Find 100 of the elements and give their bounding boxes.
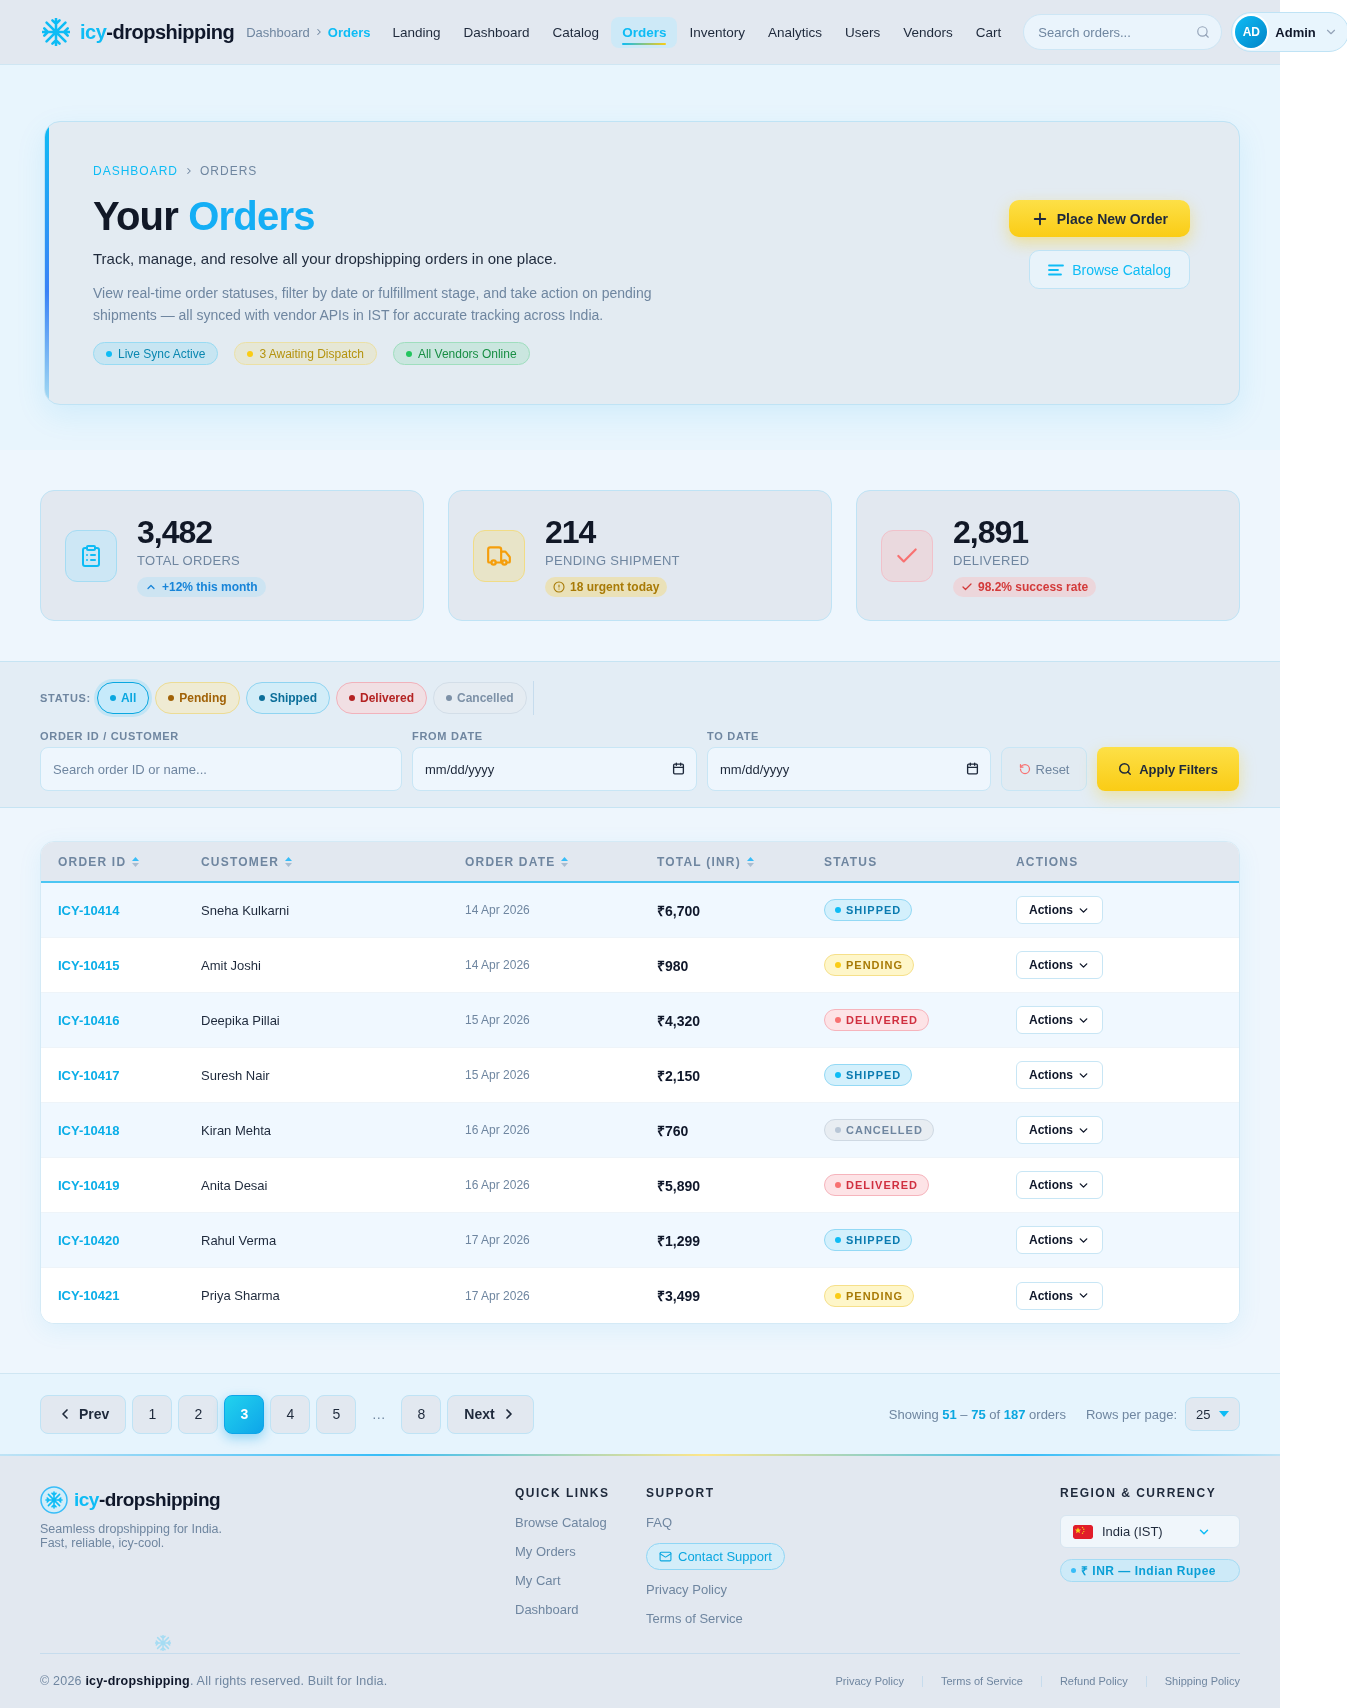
country-select[interactable]: India (IST)	[1060, 1515, 1240, 1548]
date-field[interactable]: mm/dd/yyyy	[412, 747, 697, 791]
stat-value: 214	[545, 514, 597, 549]
page-button[interactable]: 5	[316, 1394, 357, 1434]
footer-link[interactable]: Dashboard	[515, 1601, 579, 1619]
sort-icon	[132, 856, 140, 867]
customer-name: Deepika Pillai	[201, 1012, 280, 1028]
next-button[interactable]: Next	[447, 1394, 534, 1434]
nav-tab[interactable]: Dashboard	[452, 16, 541, 48]
column-header[interactable]: CUSTOMER	[201, 854, 293, 869]
page-button[interactable]: 1	[132, 1394, 173, 1434]
nav-tab[interactable]: Analytics	[756, 16, 833, 48]
actions-button[interactable]: Actions	[1016, 1281, 1103, 1310]
contact-support-button[interactable]: Contact Support	[646, 1543, 785, 1570]
actions-button[interactable]: Actions	[1016, 1061, 1103, 1089]
actions-button[interactable]: Actions	[1016, 1006, 1103, 1034]
order-id-link[interactable]: ICY-10417	[58, 1067, 120, 1083]
place-order-button[interactable]: Place New Order	[1008, 200, 1190, 237]
nav-tab[interactable]: Landing	[381, 16, 452, 48]
status-text: PENDING	[846, 959, 904, 971]
copyright-text: © 2026 icy-dropshipping. All rights reserved. Built for India.	[40, 1674, 388, 1688]
footer-link[interactable]: My Orders	[515, 1543, 576, 1561]
badge-label: 3 Awaiting Dispatch	[259, 346, 364, 361]
prev-button[interactable]: Prev	[40, 1394, 127, 1434]
dot-icon	[835, 1072, 841, 1078]
footer-link[interactable]: Privacy Policy	[646, 1581, 727, 1599]
page-button[interactable]: 8	[401, 1394, 442, 1434]
actions-button[interactable]: Actions	[1016, 1116, 1103, 1144]
order-date: 17 Apr 2026	[465, 1288, 530, 1303]
rows-per-page-select[interactable]: 25	[1185, 1397, 1240, 1431]
actions-button[interactable]: Actions	[1016, 1171, 1103, 1199]
order-id-link[interactable]: ICY-10421	[58, 1288, 120, 1303]
legal-link[interactable]: Refund Policy	[1059, 1675, 1128, 1687]
legal-link[interactable]: Shipping Policy	[1164, 1675, 1240, 1687]
footer-link[interactable]: Browse Catalog	[515, 1514, 607, 1532]
footer-link[interactable]: Terms of Service	[646, 1610, 743, 1628]
reset-button[interactable]: Reset	[1001, 747, 1087, 791]
order-id-link[interactable]: ICY-10420	[58, 1232, 120, 1248]
actions-button[interactable]: Actions	[1016, 951, 1103, 979]
brand-name[interactable]: icy-dropshipping	[80, 20, 235, 44]
column-header: ACTIONS	[1016, 854, 1079, 869]
page-button[interactable]: 2	[178, 1394, 219, 1434]
brand-name[interactable]: icy-dropshipping	[74, 1489, 221, 1511]
nav-tab[interactable]: Users	[834, 16, 892, 48]
dot-icon	[446, 695, 452, 701]
order-date: 15 Apr 2026	[465, 1013, 530, 1027]
nav-tab[interactable]: Cart	[964, 16, 1013, 48]
column-header[interactable]: ORDER DATE	[465, 854, 569, 869]
page-ellipsis: …	[370, 1406, 387, 1422]
status-text: SHIPPED	[846, 1234, 902, 1246]
page-button[interactable]: 3	[224, 1394, 265, 1434]
field-label: TO DATE	[707, 730, 761, 743]
order-id-link[interactable]: ICY-10419	[58, 1177, 120, 1193]
search-field[interactable]: Search orders...	[1023, 14, 1223, 50]
order-total: ₹760	[657, 1121, 689, 1140]
order-id-link[interactable]: ICY-10418	[58, 1122, 120, 1138]
customer-name: Anita Desai	[201, 1177, 268, 1193]
status-filter-chip[interactable]: Delivered	[335, 682, 427, 714]
nav-tab[interactable]: Catalog	[541, 16, 611, 48]
order-id-link[interactable]: ICY-10415	[58, 957, 120, 973]
actions-button[interactable]: Actions	[1016, 896, 1103, 924]
apply-filters-button[interactable]: Apply Filters	[1097, 747, 1239, 791]
dot-icon	[835, 962, 841, 968]
footer-link[interactable]: My Cart	[515, 1572, 561, 1590]
sort-icon	[561, 856, 569, 867]
legal-link[interactable]: Terms of Service	[941, 1675, 1023, 1687]
trend-label: 98.2% success rate	[978, 579, 1089, 594]
status-filter-chip[interactable]: Cancelled	[433, 682, 527, 714]
column-heading: SUPPORT	[646, 1486, 716, 1500]
user-avatar: AD	[1235, 16, 1268, 48]
actions-button[interactable]: Actions	[1016, 1226, 1103, 1254]
order-id-link[interactable]: ICY-10414	[58, 902, 120, 918]
legal-link[interactable]: Privacy Policy	[835, 1675, 904, 1687]
status-filter-chip[interactable]: Shipped	[245, 682, 330, 714]
status-filter-chip[interactable]: Pending	[155, 682, 240, 714]
breadcrumb-link[interactable]: Dashboard	[246, 24, 310, 40]
status-filter-chip[interactable]: All	[96, 682, 150, 714]
dot-icon	[835, 1237, 841, 1243]
order-total: ₹980	[657, 956, 689, 975]
nav-tab[interactable]: Inventory	[678, 16, 756, 48]
order-total: ₹6,700	[657, 901, 701, 920]
date-field[interactable]: mm/dd/yyyy	[707, 747, 991, 791]
search-field[interactable]: Search order ID or name...	[40, 747, 402, 791]
page-title: Your Orders	[93, 193, 316, 240]
column-header[interactable]: TOTAL (INR)	[657, 854, 754, 869]
dot-icon	[258, 695, 265, 701]
status-text: SHIPPED	[846, 1069, 902, 1081]
calendar-icon	[966, 762, 979, 775]
alert-circle-icon	[553, 580, 565, 593]
order-id-link[interactable]: ICY-10416	[58, 1012, 120, 1028]
page-button[interactable]: 4	[270, 1394, 311, 1434]
column-header[interactable]: ORDER ID	[58, 854, 140, 869]
sort-icon	[285, 856, 293, 867]
footer-link[interactable]: FAQ	[646, 1514, 672, 1532]
customer-name: Sneha Kulkarni	[201, 902, 290, 918]
badge-label: All Vendors Online	[417, 346, 517, 361]
nav-tab[interactable]: Vendors	[892, 16, 964, 48]
dot-icon	[835, 1127, 841, 1133]
user-menu[interactable]: AD Admin	[1231, 12, 1347, 52]
order-total: ₹3,499	[657, 1287, 701, 1305]
